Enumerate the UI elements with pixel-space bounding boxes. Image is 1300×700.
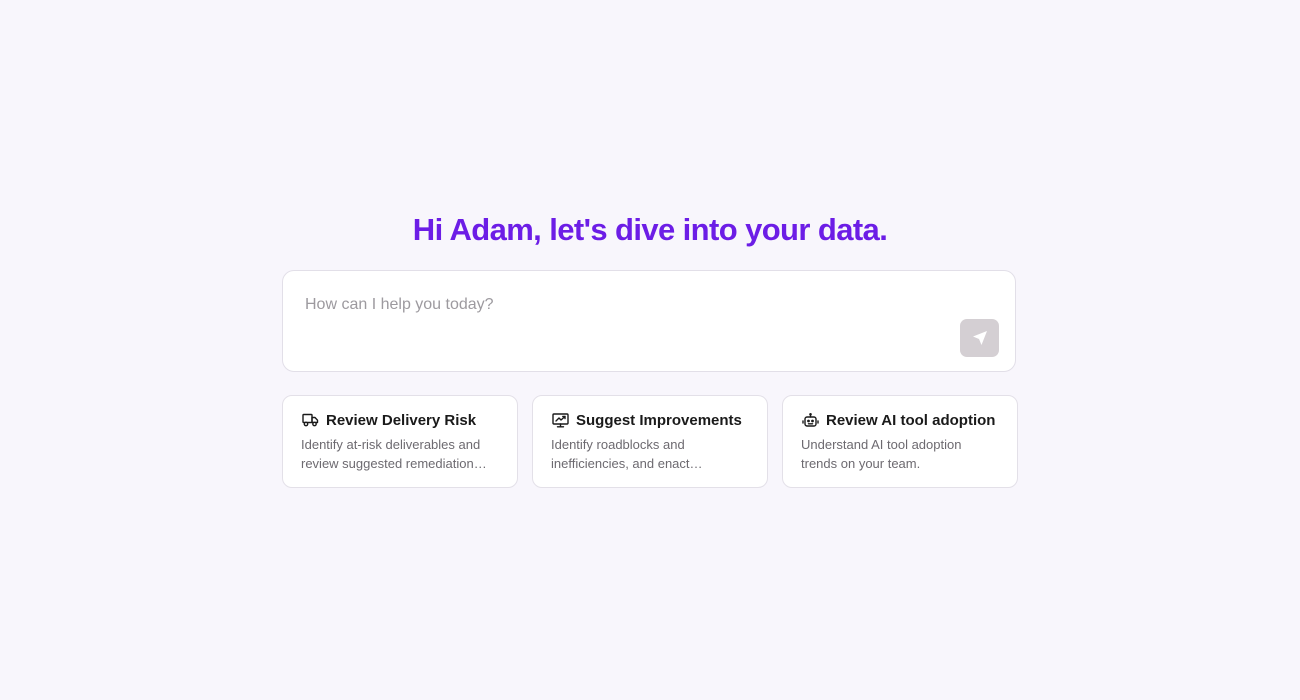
send-icon <box>972 331 987 345</box>
robot-icon <box>801 412 819 428</box>
card-title: Review AI tool adoption <box>826 411 996 429</box>
prompt-box[interactable] <box>282 270 1016 372</box>
card-title: Review Delivery Risk <box>326 411 477 429</box>
suggestion-card-improvements[interactable]: Suggest Improvements Identify roadblocks… <box>532 395 768 488</box>
send-button[interactable] <box>960 319 999 357</box>
home-page: Hi Adam, let's dive into your data. Rev <box>0 0 1300 700</box>
suggestion-cards: Review Delivery Risk Identify at-risk de… <box>282 395 1018 488</box>
card-description: Understand AI tool adoption trends on yo… <box>801 437 962 471</box>
suggestion-card-delivery-risk[interactable]: Review Delivery Risk Identify at-risk de… <box>282 395 518 488</box>
monitor-trend-icon <box>551 412 569 428</box>
card-title: Suggest Improvements <box>576 411 742 429</box>
truck-icon <box>301 412 319 428</box>
prompt-input[interactable] <box>305 291 945 319</box>
card-description: Identify at-risk deliverables and review… <box>301 437 481 471</box>
greeting-heading: Hi Adam, let's dive into your data. <box>412 212 888 247</box>
suggestion-card-ai-adoption[interactable]: Review AI tool adoption Understand AI to… <box>782 395 1018 488</box>
card-description: Identify roadblocks and inefficiencies, … <box>551 437 690 471</box>
